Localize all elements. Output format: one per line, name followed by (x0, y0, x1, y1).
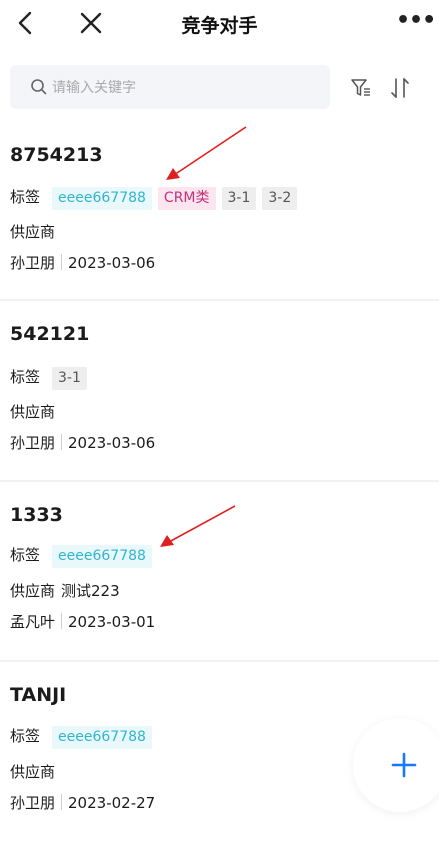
tag-row: 标签 eeee667788 (10, 725, 152, 749)
supplier-label: 供应商 (10, 223, 56, 241)
item-name: TANJI (10, 684, 67, 706)
date: 2023-03-06 (68, 254, 156, 272)
item-name: 8754213 (10, 144, 103, 166)
supplier-row: 供应商 (10, 221, 61, 242)
filter-icon[interactable] (350, 77, 372, 99)
supplier-label: 供应商 (10, 403, 56, 421)
more-icon[interactable]: ••• (396, 8, 436, 34)
add-button[interactable] (353, 718, 439, 812)
divider (61, 613, 63, 629)
tag-badge: eeee667788 (52, 545, 152, 568)
plus-icon (391, 752, 417, 778)
meta-row: 孟凡叶 2023-03-01 (10, 611, 155, 632)
tag-label: 标签 (10, 188, 41, 206)
top-bar: 竞争对手 ••• (0, 0, 439, 48)
tag-label: 标签 (10, 368, 41, 386)
list-item[interactable]: 542121 标签 3-1 供应商 孙卫朋 2023-03-06 (0, 301, 439, 481)
tag-badge: 3-1 (52, 367, 87, 390)
owner-name: 孟凡叶 (10, 613, 56, 631)
date: 2023-03-01 (68, 613, 156, 631)
annotation-arrow (166, 126, 247, 180)
item-name: 542121 (10, 323, 90, 345)
supplier-row: 供应商 测试223 (10, 580, 120, 601)
meta-row: 孙卫朋 2023-03-06 (10, 432, 155, 453)
supplier-row: 供应商 (10, 761, 61, 782)
date: 2023-03-06 (68, 434, 156, 452)
divider (61, 254, 63, 270)
supplier-value: 测试223 (61, 582, 120, 600)
owner-name: 孙卫朋 (10, 254, 56, 272)
supplier-label: 供应商 (10, 582, 56, 600)
owner-name: 孙卫朋 (10, 794, 56, 812)
supplier-label: 供应商 (10, 763, 56, 781)
tag-badge: 3-2 (262, 187, 298, 210)
annotation-arrow (160, 505, 236, 547)
tag-label: 标签 (10, 727, 41, 745)
tag-row: 标签 eeee667788 (10, 544, 152, 568)
owner-name: 孙卫朋 (10, 434, 56, 452)
supplier-row: 供应商 (10, 401, 61, 422)
page-title: 竞争对手 (181, 15, 258, 37)
item-name: 1333 (10, 504, 63, 526)
tag-badge: eeee667788 (52, 726, 152, 749)
meta-row: 孙卫朋 2023-03-06 (10, 252, 155, 273)
divider (61, 434, 63, 450)
search-placeholder: 请输入关键字 (52, 80, 136, 96)
search-icon (31, 79, 47, 95)
divider (61, 794, 63, 810)
tag-badge: eeee667788 (52, 187, 152, 210)
tag-label: 标签 (10, 546, 41, 564)
meta-row: 孙卫朋 2023-02-27 (10, 792, 155, 813)
tag-row: 标签 3-1 (10, 366, 87, 390)
tag-badge: 3-1 (221, 187, 257, 210)
tag-row: 标签 eeee667788 CRM类 3-1 3-2 (10, 186, 298, 210)
sort-icon[interactable] (389, 76, 411, 100)
search-input[interactable]: 请输入关键字 (10, 65, 330, 109)
tag-badge: CRM类 (157, 187, 216, 210)
date: 2023-02-27 (68, 794, 156, 812)
